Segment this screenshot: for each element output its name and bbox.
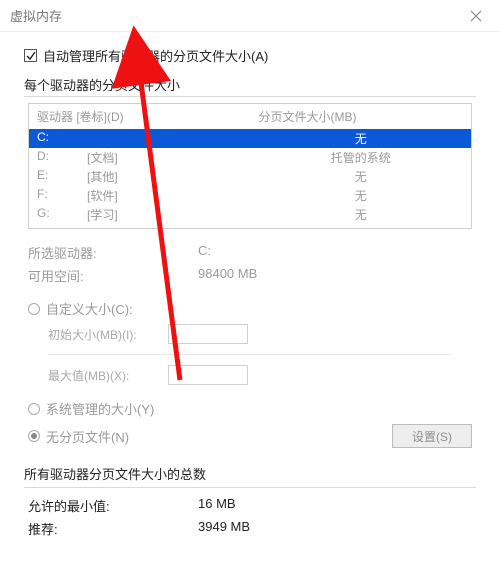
selected-drive-value: C: (198, 243, 472, 262)
initial-size-row: 初始大小(MB)(I): (24, 322, 476, 346)
min-value: 16 MB (198, 496, 472, 515)
drive-letter: F: (37, 187, 87, 204)
no-paging-label: 无分页文件(N) (46, 427, 129, 446)
drive-header-size: 分页文件大小(MB) (259, 108, 463, 125)
min-label: 允许的最小值: (28, 496, 198, 515)
titlebar: 虚拟内存 (0, 0, 500, 32)
initial-size-label: 初始大小(MB)(I): (48, 326, 168, 343)
custom-size-radio[interactable]: 自定义大小(C): (24, 295, 476, 322)
drive-row[interactable]: C: 无 (29, 129, 471, 148)
drive-header: 驱动器 [卷标](D) 分页文件大小(MB) (29, 104, 471, 129)
drive-row[interactable]: E:[其他]无 (29, 167, 471, 186)
window-title: 虚拟内存 (10, 6, 62, 25)
free-space-row: 可用空间: 98400 MB (28, 264, 472, 287)
drive-row[interactable]: D:[文档]托管的系统 (29, 148, 471, 167)
totals-label: 所有驱动器分页文件大小的总数 (24, 464, 476, 483)
drive-listbox[interactable]: 驱动器 [卷标](D) 分页文件大小(MB) C:无D:[文档]托管的系统E:[… (28, 103, 472, 229)
auto-manage-row[interactable]: 自动管理所有驱动器的分页文件大小(A) (18, 32, 482, 73)
drive-letter: G: (37, 206, 87, 223)
drive-row[interactable]: G:[学习]无 (29, 205, 471, 224)
auto-manage-label: 自动管理所有驱动器的分页文件大小(A) (43, 46, 268, 65)
totals-group: 所有驱动器分页文件大小的总数 允许的最小值: 16 MB 推荐: 3949 MB (24, 464, 476, 540)
selected-drive-row: 所选驱动器: C: (28, 241, 472, 264)
system-managed-radio[interactable]: 系统管理的大小(Y) (24, 395, 476, 422)
rec-label: 推荐: (28, 519, 198, 538)
free-space-label: 可用空间: (28, 266, 198, 285)
drive-size: 托管的系统 (259, 149, 463, 166)
no-paging-radio[interactable]: 无分页文件(N) (28, 427, 129, 446)
drive-row[interactable]: F:[软件]无 (29, 186, 471, 205)
checkbox-icon[interactable] (24, 49, 37, 62)
drive-size: 无 (259, 168, 463, 185)
max-size-label: 最大值(MB)(X): (48, 367, 168, 384)
radio-icon (28, 403, 40, 415)
drive-letter: D: (37, 149, 87, 166)
system-managed-label: 系统管理的大小(Y) (46, 399, 154, 418)
drive-volume-label: [其他] (87, 168, 259, 185)
per-drive-label: 每个驱动器的分页文件大小 (24, 75, 476, 94)
rec-value: 3949 MB (198, 519, 472, 538)
drive-size: 无 (259, 206, 463, 223)
drive-size: 无 (259, 187, 463, 204)
rec-row: 推荐: 3949 MB (24, 517, 476, 540)
drive-volume-label (87, 130, 259, 147)
radio-icon (28, 303, 40, 315)
max-size-input[interactable] (168, 365, 248, 385)
close-icon[interactable] (462, 2, 490, 30)
set-button[interactable]: 设置(S) (392, 424, 472, 448)
initial-size-input[interactable] (168, 324, 248, 344)
drive-volume-label: [学习] (87, 206, 259, 223)
drive-size: 无 (259, 130, 463, 147)
drive-header-drive: 驱动器 [卷标](D) (37, 108, 259, 125)
min-row: 允许的最小值: 16 MB (24, 494, 476, 517)
drive-volume-label: [文档] (87, 149, 259, 166)
radio-icon (28, 430, 40, 442)
custom-size-label: 自定义大小(C): (46, 299, 133, 318)
free-space-value: 98400 MB (198, 266, 472, 285)
per-drive-group: 每个驱动器的分页文件大小 驱动器 [卷标](D) 分页文件大小(MB) C:无D… (24, 75, 476, 456)
selected-drive-label: 所选驱动器: (28, 243, 198, 262)
max-size-row: 最大值(MB)(X): (24, 363, 476, 387)
drive-letter: E: (37, 168, 87, 185)
drive-letter: C: (37, 130, 87, 147)
drive-volume-label: [软件] (87, 187, 259, 204)
